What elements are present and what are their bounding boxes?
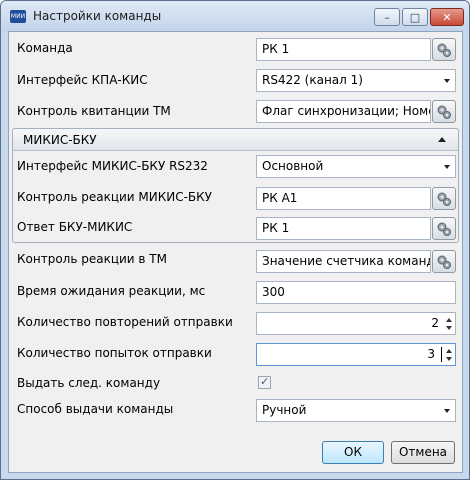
- bku-mikis-answer-label: Ответ БКУ-МИКИС: [17, 220, 133, 234]
- maximize-button[interactable]: □: [402, 8, 428, 26]
- mikis-bku-reaction-field[interactable]: РК А1: [256, 187, 431, 210]
- issue-method-select[interactable]: Ручной: [256, 399, 456, 422]
- mikis-bku-interface-value: Основной: [262, 159, 324, 173]
- cancel-button[interactable]: Отмена: [391, 441, 455, 464]
- command-label: Команда: [17, 41, 73, 55]
- group-title: МИКИС-БКУ: [23, 133, 97, 147]
- mikis-bku-reaction-label: Контроль реакции МИКИС-БКУ: [17, 190, 212, 204]
- checkmark-icon: ✓: [260, 375, 270, 388]
- gears-icon: [437, 105, 451, 119]
- mikis-bku-interface-select[interactable]: Основной: [256, 155, 456, 178]
- attempt-count-spinner[interactable]: 3: [256, 343, 456, 366]
- repeat-count-spinner[interactable]: 2: [256, 312, 456, 335]
- receipt-control-tm-select-button[interactable]: [432, 100, 456, 123]
- ok-button[interactable]: ОК: [322, 441, 384, 464]
- command-field[interactable]: РК 1: [256, 38, 431, 61]
- window-title: Настройки команды: [33, 9, 162, 23]
- dialog-window: МИИ Настройки команды – □ ✕ Команда РК 1…: [0, 0, 470, 480]
- spin-up-icon[interactable]: [446, 318, 452, 322]
- spin-up-icon[interactable]: [446, 349, 452, 353]
- gears-icon: [437, 43, 451, 57]
- app-logo-icon: МИИ: [10, 10, 26, 23]
- mikis-bku-interface-label: Интерфейс МИКИС-БКУ RS232: [17, 159, 208, 173]
- gears-icon: [437, 192, 451, 206]
- interface-kpa-kis-value: RS422 (канал 1): [262, 73, 363, 87]
- attempt-count-value: 3: [427, 347, 435, 361]
- next-command-label: Выдать след. команду: [17, 376, 161, 390]
- mikis-bku-group-header[interactable]: МИКИС-БКУ: [13, 129, 458, 151]
- repeat-count-value: 2: [431, 316, 439, 330]
- receipt-control-tm-field[interactable]: Флаг синхронизации; Номер: [256, 100, 431, 123]
- chevron-down-icon: [444, 409, 450, 413]
- title-bar[interactable]: МИИ Настройки команды – □ ✕: [1, 1, 469, 31]
- issue-method-value: Ручной: [262, 403, 307, 417]
- reaction-control-tm-label: Контроль реакции в ТМ: [17, 252, 167, 266]
- wait-time-input[interactable]: 300: [256, 281, 456, 304]
- command-select-button[interactable]: [432, 38, 456, 61]
- gears-icon: [437, 255, 451, 269]
- interface-kpa-kis-label: Интерфейс КПА-КИС: [17, 73, 148, 87]
- spin-down-icon[interactable]: [446, 326, 452, 330]
- issue-method-label: Способ выдачи команды: [17, 402, 174, 416]
- next-command-checkbox[interactable]: ✓: [258, 375, 271, 389]
- minimize-button[interactable]: –: [374, 8, 400, 26]
- mikis-bku-reaction-select-button[interactable]: [432, 187, 456, 210]
- close-button[interactable]: ✕: [430, 8, 464, 26]
- reaction-control-tm-select-button[interactable]: [432, 250, 456, 273]
- wait-time-label: Время ожидания реакции, мс: [17, 284, 206, 298]
- chevron-down-icon: [444, 165, 450, 169]
- bku-mikis-answer-select-button[interactable]: [432, 217, 456, 240]
- gears-icon: [437, 222, 451, 236]
- bku-mikis-answer-field[interactable]: РК 1: [256, 217, 431, 240]
- chevron-down-icon: [444, 79, 450, 83]
- interface-kpa-kis-select[interactable]: RS422 (канал 1): [256, 69, 456, 92]
- chevron-up-icon[interactable]: [438, 137, 446, 142]
- attempt-count-label: Количество попыток отправки: [17, 346, 212, 360]
- text-caret: [441, 347, 442, 362]
- receipt-control-tm-label: Контроль квитанции ТМ: [17, 104, 171, 118]
- reaction-control-tm-field[interactable]: Значение счетчика команд;: [256, 250, 431, 273]
- dialog-body: Команда РК 1 Интерфейс КПА-КИС RS422 (ка…: [8, 31, 463, 473]
- repeat-count-label: Количество повторений отправки: [17, 315, 233, 329]
- spin-down-icon[interactable]: [446, 357, 452, 361]
